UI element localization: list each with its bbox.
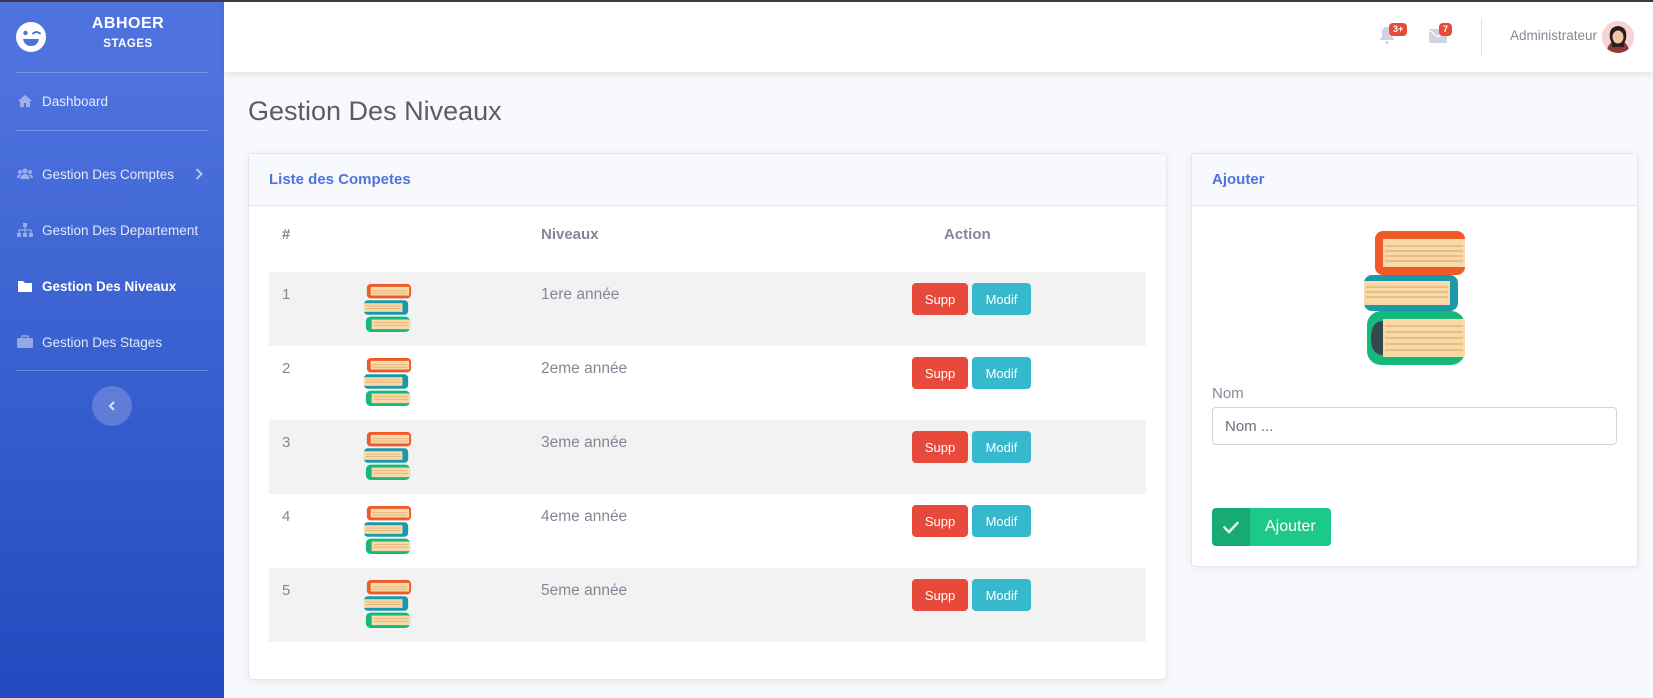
level-name: 4eme année: [541, 508, 628, 525]
home-icon: [16, 93, 34, 109]
level-name: 3eme année: [541, 434, 628, 451]
level-name: 1ere année: [541, 286, 620, 303]
edit-button[interactable]: Modif: [972, 505, 1031, 537]
level-name: 2eme année: [541, 360, 628, 377]
table-row: 4 4eme année Supp Modif: [269, 494, 1146, 568]
books-stack-icon: [363, 283, 412, 333]
folder-icon: [16, 278, 34, 294]
books-stack-icon: [363, 357, 412, 407]
add-level-card: Ajouter Nom Ajouter: [1191, 153, 1638, 567]
row-number: 2: [282, 360, 291, 377]
sidebar-brand[interactable]: ABHOER STAGES: [0, 0, 224, 72]
add-button[interactable]: Ajouter: [1212, 508, 1331, 546]
books-stack-icon: [363, 579, 412, 629]
books-stack-icon: [363, 505, 412, 555]
edit-button[interactable]: Modif: [972, 431, 1031, 463]
sidebar-item-dashboard[interactable]: Dashboard: [0, 81, 224, 121]
chevron-right-icon: [195, 168, 203, 180]
column-header-action: Action: [944, 226, 991, 243]
sidebar-toggle-button[interactable]: [92, 386, 132, 426]
list-card-header: Liste des Competes: [249, 154, 1166, 206]
sitemap-icon: [16, 222, 34, 238]
brand-subtitle: STAGES: [103, 38, 153, 50]
briefcase-icon: [16, 334, 34, 350]
sidebar-item-comptes[interactable]: Gestion Des Comptes: [0, 154, 224, 194]
window-top-border: [0, 0, 1653, 2]
edit-button[interactable]: Modif: [972, 579, 1031, 611]
sidebar-divider: [16, 130, 208, 131]
name-field[interactable]: [1212, 407, 1617, 445]
user-avatar-image: [1602, 21, 1634, 53]
add-card-header: Ajouter: [1192, 154, 1637, 206]
level-name: 5eme année: [541, 582, 628, 599]
avatar[interactable]: [1602, 21, 1634, 53]
name-field-label: Nom: [1212, 385, 1244, 402]
topbar: 3+ 7 Administrateur: [224, 0, 1653, 72]
row-number: 5: [282, 582, 291, 599]
sidebar: ABHOER STAGES Dashboard Gestion Des Comp…: [0, 0, 224, 698]
sidebar-divider: [16, 72, 208, 73]
sidebar-item-label: Gestion Des Stages: [42, 334, 163, 350]
page-title: Gestion Des Niveaux: [248, 96, 502, 126]
sidebar-item-departement[interactable]: Gestion Des Departement: [0, 210, 224, 250]
table-row: 1 1ere année Supp Modif: [269, 272, 1146, 346]
sidebar-item-label: Gestion Des Niveaux: [42, 278, 177, 294]
sidebar-item-label: Gestion Des Departement: [42, 222, 199, 238]
table-row: 5 5eme année Supp Modif: [269, 568, 1146, 642]
sidebar-divider: [16, 370, 208, 371]
books-stack-icon: [363, 431, 412, 481]
add-button-label: Ajouter: [1265, 518, 1316, 535]
edit-button[interactable]: Modif: [972, 357, 1031, 389]
sidebar-item-label: Gestion Des Comptes: [42, 166, 175, 182]
alerts-badge: 3+: [1389, 23, 1408, 36]
alerts-button[interactable]: 3+: [1379, 23, 1408, 46]
check-icon: [1212, 508, 1250, 546]
levels-list-card: Liste des Competes # Niveaux Action 1 1e…: [248, 153, 1167, 680]
sidebar-item-label: Dashboard: [42, 93, 109, 109]
table-row: 2 2eme année Supp Modif: [269, 346, 1146, 420]
delete-button[interactable]: Supp: [912, 579, 968, 611]
delete-button[interactable]: Supp: [912, 431, 968, 463]
row-number: 3: [282, 434, 291, 451]
sidebar-item-stages[interactable]: Gestion Des Stages: [0, 322, 224, 362]
row-number: 4: [282, 508, 291, 525]
user-name[interactable]: Administrateur: [1510, 28, 1597, 43]
books-stack-icon: [1364, 231, 1465, 365]
messages-badge: 7: [1439, 23, 1453, 36]
laugh-wink-icon: [16, 22, 46, 52]
users-icon: [16, 166, 34, 182]
delete-button[interactable]: Supp: [912, 505, 968, 537]
edit-button[interactable]: Modif: [972, 283, 1031, 315]
row-number: 1: [282, 286, 291, 303]
column-header-niveaux: Niveaux: [541, 226, 599, 243]
delete-button[interactable]: Supp: [912, 283, 968, 315]
sidebar-item-niveaux[interactable]: Gestion Des Niveaux: [0, 266, 224, 306]
topbar-divider: [1481, 18, 1482, 56]
table-row: 3 3eme année Supp Modif: [269, 420, 1146, 494]
brand-title: ABHOER: [91, 15, 165, 32]
column-header-number: #: [282, 226, 291, 243]
chevron-left-icon: [108, 401, 115, 411]
delete-button[interactable]: Supp: [912, 357, 968, 389]
messages-button[interactable]: 7: [1429, 23, 1453, 46]
